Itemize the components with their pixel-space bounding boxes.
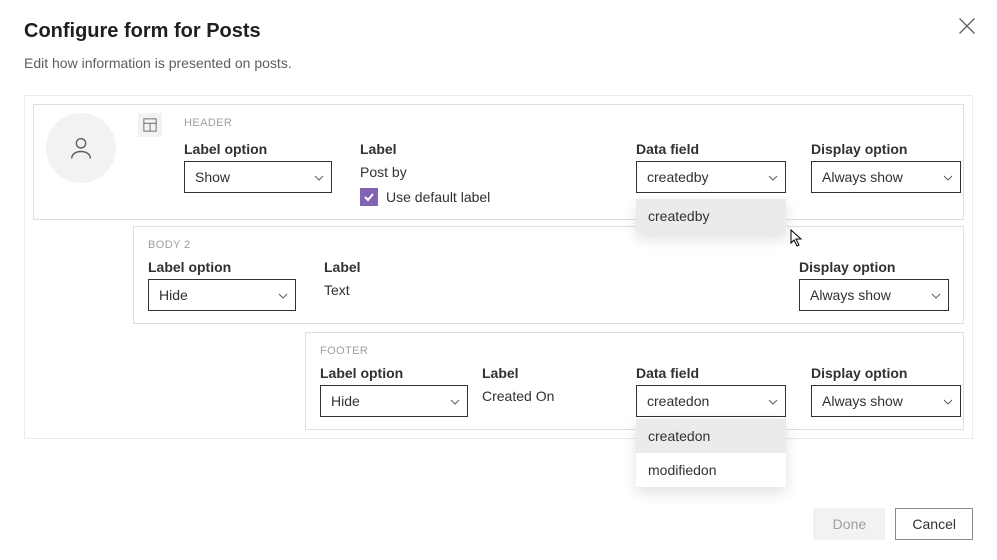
chevron-down-icon: [942, 171, 954, 183]
chevron-down-icon: [767, 171, 779, 183]
done-button[interactable]: Done: [813, 508, 885, 540]
header-labeloption-value: Show: [195, 169, 230, 185]
footer-displayoption-label: Display option: [811, 365, 961, 381]
footer-section-label: FOOTER: [320, 345, 949, 357]
header-datafield-label: Data field: [636, 141, 786, 157]
body2-displayoption-select[interactable]: Always show: [799, 279, 949, 311]
header-datafield-flyout: createdby: [636, 199, 786, 233]
header-datafield-option-createdby[interactable]: createdby: [636, 199, 786, 233]
dialog-subtitle: Edit how information is presented on pos…: [24, 55, 973, 71]
chevron-down-icon: [942, 395, 954, 407]
header-displayoption-label: Display option: [811, 141, 961, 157]
chevron-down-icon: [277, 289, 289, 301]
footer-labeloption-select[interactable]: Hide: [320, 385, 468, 417]
footer-datafield-value: createdon: [647, 393, 709, 409]
header-labeloption-label: Label option: [184, 141, 332, 157]
header-displayoption-select[interactable]: Always show: [811, 161, 961, 193]
footer-labeloption-value: Hide: [331, 393, 360, 409]
footer-datafield-option-modifiedon[interactable]: modifiedon: [636, 453, 786, 487]
chevron-down-icon: [449, 395, 461, 407]
header-label-label: Label: [360, 141, 540, 157]
body2-displayoption-label: Display option: [799, 259, 949, 275]
form-stage: HEADER Label option Show Label Post by: [24, 95, 973, 439]
footer-label-value: Created On: [482, 388, 622, 404]
footer-labeloption-label: Label option: [320, 365, 468, 381]
close-icon[interactable]: [957, 16, 977, 36]
header-section-card: HEADER Label option Show Label Post by: [33, 104, 964, 220]
body2-labeloption-value: Hide: [159, 287, 188, 303]
body2-labeloption-select[interactable]: Hide: [148, 279, 296, 311]
chevron-down-icon: [313, 171, 325, 183]
footer-datafield-flyout: createdon modifiedon: [636, 419, 786, 487]
cursor-arrow-icon: [790, 229, 804, 247]
chevron-down-icon: [767, 395, 779, 407]
body2-displayoption-value: Always show: [810, 287, 891, 303]
header-datafield-select[interactable]: createdby: [636, 161, 786, 193]
body2-label-value: Text: [324, 282, 504, 298]
footer-datafield-select[interactable]: createdon: [636, 385, 786, 417]
use-default-label-checkbox[interactable]: [360, 188, 378, 206]
chevron-down-icon: [930, 289, 942, 301]
header-section-label: HEADER: [184, 117, 951, 129]
footer-datafield-option-createdon[interactable]: createdon: [636, 419, 786, 453]
footer-displayoption-value: Always show: [822, 393, 903, 409]
footer-datafield-label: Data field: [636, 365, 786, 381]
dialog-button-bar: Done Cancel: [813, 508, 973, 540]
avatar-placeholder: [46, 113, 116, 183]
header-labeloption-select[interactable]: Show: [184, 161, 332, 193]
use-default-label-text: Use default label: [386, 189, 490, 205]
cancel-button[interactable]: Cancel: [895, 508, 973, 540]
header-datafield-value: createdby: [647, 169, 708, 185]
footer-label-label: Label: [482, 365, 622, 381]
header-label-value: Post by: [360, 164, 540, 180]
header-displayoption-value: Always show: [822, 169, 903, 185]
footer-section-card: FOOTER Label option Hide Label Created O…: [305, 332, 964, 430]
body2-labeloption-label: Label option: [148, 259, 296, 275]
footer-displayoption-select[interactable]: Always show: [811, 385, 961, 417]
dialog-title: Configure form for Posts: [24, 20, 973, 43]
body2-section-card: BODY 2 Label option Hide Label Text Disp…: [133, 226, 964, 324]
body2-label-label: Label: [324, 259, 504, 275]
body2-section-label: BODY 2: [148, 239, 949, 251]
card-layout-icon: [138, 113, 162, 137]
